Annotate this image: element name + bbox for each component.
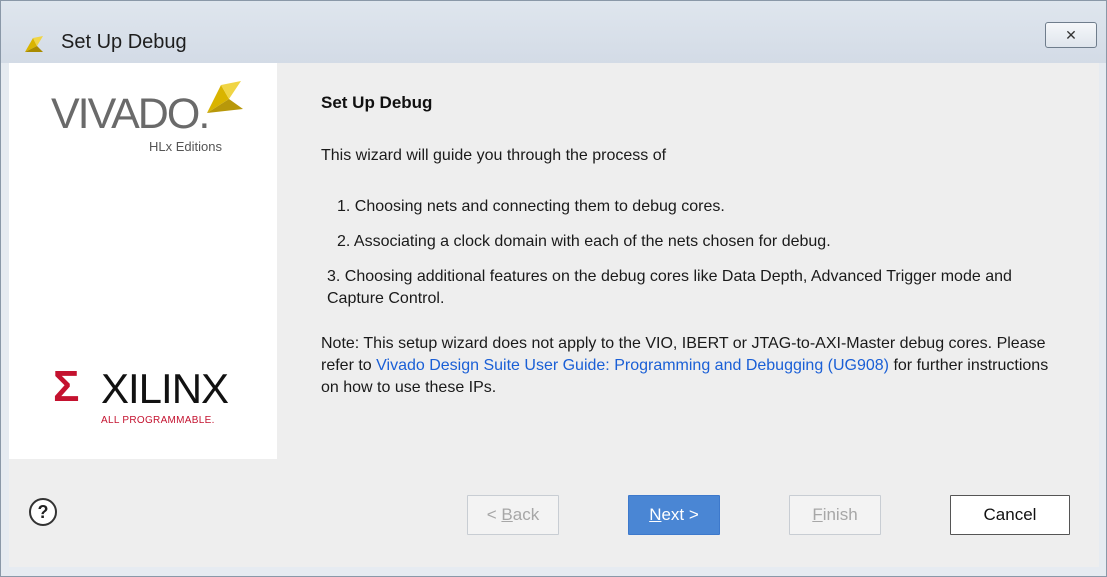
finish-button-label: Finish bbox=[812, 505, 857, 525]
help-icon: ? bbox=[37, 501, 49, 522]
title-bar: Set Up Debug ✕ bbox=[1, 1, 1106, 63]
wizard-content: Set Up Debug This wizard will guide you … bbox=[277, 63, 1099, 460]
next-rest: ext > bbox=[661, 505, 699, 524]
finish-button[interactable]: Finish bbox=[789, 495, 881, 535]
note-text: Note: This setup wizard does not apply t… bbox=[321, 333, 1051, 399]
xilinx-logo-icon: Σ bbox=[53, 362, 80, 411]
user-guide-link[interactable]: Vivado Design Suite User Guide: Programm… bbox=[376, 357, 889, 374]
vivado-logo-icon bbox=[207, 81, 243, 113]
vivado-logo-subtitle: HLx Editions bbox=[149, 139, 222, 154]
back-button-label: < Back bbox=[487, 505, 539, 525]
back-prefix: < bbox=[486, 505, 502, 524]
dialog-footer: ? < Back Next > Finish Cancel bbox=[9, 459, 1099, 567]
cancel-button[interactable]: Cancel bbox=[950, 495, 1070, 535]
setup-debug-dialog: Set Up Debug ✕ VIVADO. HLx Editions Σ XI… bbox=[0, 0, 1107, 577]
step-item: 1. Choosing nets and connecting them to … bbox=[337, 198, 725, 215]
close-icon: ✕ bbox=[1065, 26, 1077, 43]
back-rest: ack bbox=[512, 505, 540, 524]
close-button[interactable]: ✕ bbox=[1045, 22, 1097, 48]
help-button[interactable]: ? bbox=[29, 498, 57, 526]
page-title: Set Up Debug bbox=[321, 93, 433, 112]
next-button-label: Next > bbox=[649, 505, 699, 525]
vivado-logo: VIVADO. HLx Editions bbox=[51, 81, 243, 154]
vivado-logo-word: VIVADO bbox=[51, 90, 200, 138]
next-button[interactable]: Next > bbox=[628, 495, 720, 535]
branding-panel: VIVADO. HLx Editions Σ XILINX ALL PROGRA… bbox=[9, 63, 277, 459]
window-title: Set Up Debug bbox=[61, 31, 187, 53]
back-button[interactable]: < Back bbox=[467, 495, 559, 535]
finish-mnemonic: F bbox=[812, 505, 823, 524]
back-mnemonic: B bbox=[501, 505, 513, 524]
vivado-app-icon bbox=[25, 36, 43, 52]
step-item: 3. Choosing additional features on the d… bbox=[327, 268, 1012, 307]
next-mnemonic: N bbox=[649, 505, 662, 524]
xilinx-logo-word: XILINX bbox=[101, 365, 229, 412]
cancel-button-label: Cancel bbox=[983, 505, 1037, 524]
xilinx-logo-tagline: ALL PROGRAMMABLE. bbox=[101, 415, 215, 426]
intro-text: This wizard will guide you through the p… bbox=[321, 147, 667, 164]
step-item: 2. Associating a clock domain with each … bbox=[337, 233, 831, 250]
finish-rest: inish bbox=[822, 505, 858, 524]
